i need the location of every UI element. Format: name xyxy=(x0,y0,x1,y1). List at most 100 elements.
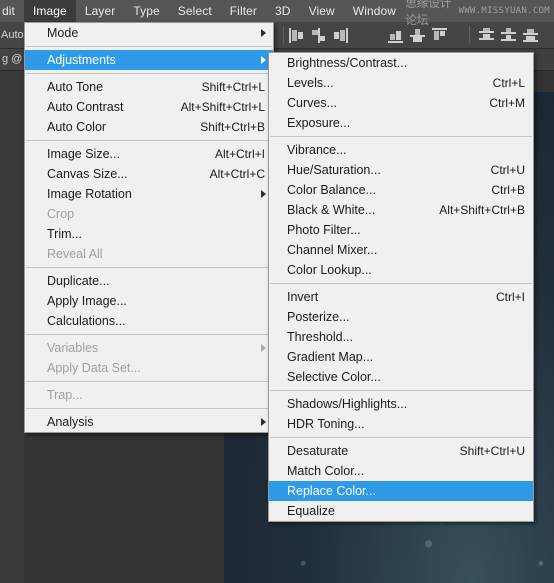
menu-item-calculations[interactable]: Calculations... xyxy=(25,311,273,331)
menu-item-match-color[interactable]: Match Color... xyxy=(269,461,533,481)
menu-item-label: Brightness/Contrast... xyxy=(287,56,408,70)
menu-item-label: Crop xyxy=(47,207,75,221)
menu-item-label: Adjustments xyxy=(47,53,116,67)
menu-item-mode[interactable]: Mode xyxy=(25,23,273,43)
menu-item-equalize[interactable]: Equalize xyxy=(269,501,533,521)
menu-item-exposure[interactable]: Exposure... xyxy=(269,113,533,133)
menu-item-curves[interactable]: Curves... Ctrl+M xyxy=(269,93,533,113)
document-tab-label: g @ xyxy=(2,53,23,65)
menu-item-shortcut: Shift+Ctrl+U xyxy=(459,444,525,458)
align-right-edges-icon[interactable] xyxy=(333,27,348,43)
menu-item-label: Image Size... xyxy=(47,147,120,161)
menubar-item-dit[interactable]: dit xyxy=(0,0,24,22)
menu-item-invert[interactable]: Invert Ctrl+I xyxy=(269,287,533,307)
options-separator-1 xyxy=(283,26,284,44)
menubar-item-image[interactable]: Image xyxy=(23,0,76,22)
menu-item-label: Analysis xyxy=(47,415,94,429)
menu-item-canvas-size[interactable]: Canvas Size... Alt+Ctrl+C xyxy=(25,164,273,184)
align-horizontal-centers-icon[interactable] xyxy=(311,27,326,43)
menu-item-label: Color Balance... xyxy=(287,183,376,197)
menu-item-reveal-all: Reveal All xyxy=(25,244,273,264)
align-vertical-centers-icon[interactable] xyxy=(410,28,425,43)
align-top-edges-icon[interactable] xyxy=(388,28,403,43)
menu-item-label: Auto Contrast xyxy=(47,100,124,114)
menu-item-apply-data-set: Apply Data Set... xyxy=(25,358,273,378)
menu-item-desaturate[interactable]: Desaturate Shift+Ctrl+U xyxy=(269,441,533,461)
menu-item-black-and-white[interactable]: Black & White... Alt+Shift+Ctrl+B xyxy=(269,200,533,220)
menubar-item-window[interactable]: Window xyxy=(344,0,405,22)
menu-item-trap: Trap... xyxy=(25,385,273,405)
menu-item-image-rotation[interactable]: Image Rotation xyxy=(25,184,273,204)
main-menu-bar: dit Image Layer Type Select Filter 3D View Windo… xyxy=(0,0,554,27)
menubar-item-3d[interactable]: 3D xyxy=(266,0,300,22)
menu-item-shortcut: Alt+Ctrl+C xyxy=(209,167,265,181)
menu-item-apply-image[interactable]: Apply Image... xyxy=(25,291,273,311)
menu-item-shortcut: Ctrl+U xyxy=(490,163,525,177)
menu-item-label: Variables xyxy=(47,341,99,355)
distribute-top-edges-icon[interactable] xyxy=(479,27,494,43)
menu-item-duplicate[interactable]: Duplicate... xyxy=(25,271,273,291)
menu-item-auto-color[interactable]: Auto Color Shift+Ctrl+B xyxy=(25,117,273,137)
menu-item-replace-color[interactable]: Replace Color... xyxy=(269,481,533,501)
menu-item-shortcut: Ctrl+L xyxy=(492,76,525,90)
menu-item-hdr-toning[interactable]: HDR Toning... xyxy=(269,414,533,434)
menu-item-label: Auto Color xyxy=(47,120,107,134)
menu-item-auto-contrast[interactable]: Auto Contrast Alt+Shift+Ctrl+L xyxy=(25,97,273,117)
menubar-item-layer[interactable]: Layer xyxy=(76,0,125,22)
menu-separator xyxy=(26,408,272,409)
menu-item-shortcut: Alt+Ctrl+I xyxy=(214,147,265,161)
menu-item-label: Hue/Saturation... xyxy=(287,163,381,177)
menu-item-color-balance[interactable]: Color Balance... Ctrl+B xyxy=(269,180,533,200)
menu-item-label: Mode xyxy=(47,26,79,40)
menu-item-color-lookup[interactable]: Color Lookup... xyxy=(269,260,533,280)
menu-item-shortcut: Alt+Shift+Ctrl+L xyxy=(180,100,265,114)
menu-item-hue-saturation[interactable]: Hue/Saturation... Ctrl+U xyxy=(269,160,533,180)
menu-item-levels[interactable]: Levels... Ctrl+L xyxy=(269,73,533,93)
menu-item-analysis[interactable]: Analysis xyxy=(25,412,273,432)
menu-item-selective-color[interactable]: Selective Color... xyxy=(269,367,533,387)
distribute-bottom-edges-icon[interactable] xyxy=(523,28,538,43)
menu-separator xyxy=(270,437,532,438)
menu-item-threshold[interactable]: Threshold... xyxy=(269,327,533,347)
menu-item-trim[interactable]: Trim... xyxy=(25,224,273,244)
menu-item-label: HDR Toning... xyxy=(287,417,365,431)
menu-item-vibrance[interactable]: Vibrance... xyxy=(269,140,533,160)
options-separator-2 xyxy=(469,26,470,44)
menu-item-label: Curves... xyxy=(287,96,338,110)
menu-item-posterize[interactable]: Posterize... xyxy=(269,307,533,327)
menu-item-brightness-contrast[interactable]: Brightness/Contrast... xyxy=(269,53,533,73)
menu-separator xyxy=(26,73,272,74)
menu-item-label: Selective Color... xyxy=(287,370,381,384)
menubar-item-view[interactable]: View xyxy=(300,0,344,22)
menu-separator xyxy=(270,283,532,284)
menu-item-label: Calculations... xyxy=(47,314,126,328)
menu-item-label: Equalize xyxy=(287,504,335,518)
menubar-item-filter[interactable]: Filter xyxy=(221,0,266,22)
menu-item-label: Match Color... xyxy=(287,464,365,478)
watermark-url-text: WWW.MISSYUAN.COM xyxy=(458,6,550,16)
menu-item-label: Levels... xyxy=(287,76,334,90)
menu-item-photo-filter[interactable]: Photo Filter... xyxy=(269,220,533,240)
menu-item-label: Trim... xyxy=(47,227,82,241)
menu-separator xyxy=(26,46,272,47)
align-left-edges-icon[interactable] xyxy=(289,27,304,43)
menu-item-label: Shadows/Highlights... xyxy=(287,397,408,411)
menu-item-label: Reveal All xyxy=(47,247,103,261)
menu-item-auto-tone[interactable]: Auto Tone Shift+Ctrl+L xyxy=(25,77,273,97)
align-bottom-edges-icon[interactable] xyxy=(432,27,447,43)
adjustments-submenu: Brightness/Contrast... Levels... Ctrl+L Cur… xyxy=(268,52,534,522)
menubar-item-type[interactable]: Type xyxy=(124,0,168,22)
menu-item-channel-mixer[interactable]: Channel Mixer... xyxy=(269,240,533,260)
tool-panel-strip[interactable] xyxy=(0,70,24,583)
document-tab[interactable]: g @ xyxy=(0,48,23,70)
menu-item-label: Exposure... xyxy=(287,116,351,130)
menu-item-shadows-highlights[interactable]: Shadows/Highlights... xyxy=(269,394,533,414)
menu-separator xyxy=(270,136,532,137)
menu-item-image-size[interactable]: Image Size... Alt+Ctrl+I xyxy=(25,144,273,164)
distribute-vertical-centers-icon[interactable] xyxy=(501,27,516,43)
menu-item-gradient-map[interactable]: Gradient Map... xyxy=(269,347,533,367)
menubar-item-select[interactable]: Select xyxy=(169,0,221,22)
menu-item-shortcut: Shift+Ctrl+B xyxy=(200,120,265,134)
menu-item-adjustments[interactable]: Adjustments xyxy=(25,50,273,70)
menu-separator xyxy=(26,334,272,335)
